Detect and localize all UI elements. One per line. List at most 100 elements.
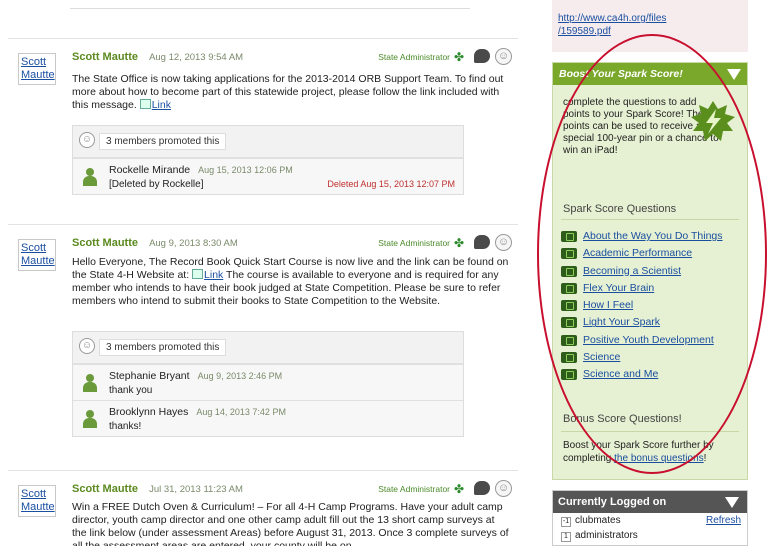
reply-author-name[interactable]: Rockelle Mirande [109, 164, 190, 176]
question-link[interactable]: Positive Youth Development [583, 334, 714, 346]
smile-icon: ☺ [79, 338, 95, 354]
question-icon [561, 369, 577, 381]
count-badge: 1 [561, 532, 571, 542]
list-item: How I Feel [561, 299, 745, 312]
list-item: Becoming a Scientist [561, 265, 745, 278]
post-header: Scott Mautte Aug 9, 2013 8:30 AM State A… [72, 234, 512, 251]
deleted-notice: Deleted Aug 15, 2013 12:07 PM [327, 179, 455, 189]
logged-label[interactable]: clubmates [575, 515, 621, 526]
feed-post: Scott Mautte Scott Mautte Aug 9, 2013 8:… [8, 224, 518, 460]
reply: Rockelle Mirande Aug 15, 2013 12:06 PM [D… [73, 158, 463, 194]
logged-on-title: Currently Logged on [558, 496, 667, 508]
list-item: About the Way You Do Things [561, 230, 745, 243]
collapse-triangle-icon[interactable] [727, 69, 741, 80]
spark-badge-icon [691, 101, 735, 141]
link-icon [139, 99, 151, 109]
post-time: Aug 12, 2013 9:54 AM [149, 52, 244, 63]
post-body: Hello Everyone, The Record Book Quick St… [72, 256, 512, 308]
file-link-line1[interactable]: http://www.ca4h.org/files [558, 13, 666, 24]
clover-icon: ✤ [453, 236, 464, 250]
bonus-questions-link[interactable]: the bonus questions [614, 453, 704, 464]
reply-text: thanks! [109, 421, 142, 432]
promotion-box: ☺ 3 members promoted this Stephanie Brya… [72, 331, 464, 437]
post-header: Scott Mautte Aug 12, 2013 9:54 AM State … [72, 48, 512, 65]
feed-post: Scott Mautte Scott Mautte Aug 12, 2013 9… [8, 38, 518, 216]
question-link[interactable]: Becoming a Scientist [583, 265, 681, 277]
collapse-triangle-icon[interactable] [725, 497, 739, 508]
clover-icon: ✤ [453, 50, 464, 64]
spark-score-panel: Boost Your Spark Score! complete the que… [552, 62, 748, 480]
question-icon [561, 300, 577, 312]
user-avatar-icon [83, 374, 97, 392]
bonus-text-end: ! [703, 453, 707, 464]
bonus-text: Boost your Spark Score further by comple… [563, 439, 743, 465]
divider [561, 219, 739, 220]
question-link[interactable]: Light Your Spark [583, 316, 660, 328]
post-time: Aug 9, 2013 8:30 AM [149, 238, 238, 249]
post-author[interactable]: Scott Mautte [72, 237, 138, 249]
role-label: State Administrator [378, 52, 450, 62]
count-badge: -1 [561, 517, 571, 527]
question-link[interactable]: Flex Your Brain [583, 282, 654, 294]
promote-smile-icon[interactable]: ☺ [495, 48, 512, 65]
post-link[interactable]: Link [204, 269, 223, 281]
divider [70, 8, 470, 9]
promote-smile-icon[interactable]: ☺ [495, 234, 512, 251]
post-text: The State Office is now taking applicati… [72, 73, 504, 111]
question-link[interactable]: Science and Me [583, 368, 658, 380]
post-author[interactable]: Scott Mautte [72, 483, 138, 495]
post-body: Win a FREE Dutch Oven & Curriculum! – Fo… [72, 501, 509, 546]
logged-row: -1 clubmates Refresh [553, 513, 747, 528]
spark-panel-title: Boost Your Spark Score! [559, 68, 683, 80]
reply-author-name[interactable]: Stephanie Bryant [109, 370, 190, 382]
promoted-count[interactable]: 3 members promoted this [99, 339, 227, 356]
question-icon [561, 334, 577, 346]
reply-author: Rockelle Mirande Aug 15, 2013 12:06 PM [109, 164, 293, 176]
promote-smile-icon[interactable]: ☺ [495, 480, 512, 497]
question-link[interactable]: Science [583, 351, 620, 363]
logged-on-header[interactable]: Currently Logged on [553, 491, 747, 513]
logged-row: 1 administrators [553, 528, 747, 543]
promoted-count[interactable]: 3 members promoted this [99, 133, 227, 150]
reply-time: Aug 15, 2013 12:06 PM [198, 165, 293, 175]
post-author[interactable]: Scott Mautte [72, 51, 138, 63]
reply: Stephanie Bryant Aug 9, 2013 2:46 PM than… [73, 364, 463, 400]
comment-icon[interactable] [474, 481, 490, 495]
question-icon [561, 282, 577, 294]
promoted-row: ☺ 3 members promoted this [73, 332, 463, 364]
spark-question-list: About the Way You Do Things Academic Per… [561, 230, 745, 386]
user-avatar-icon [83, 410, 97, 428]
refresh-link[interactable]: Refresh [706, 513, 741, 528]
comment-icon[interactable] [474, 235, 490, 249]
question-link[interactable]: How I Feel [583, 299, 633, 311]
list-item: Light Your Spark [561, 316, 745, 329]
question-link[interactable]: Academic Performance [583, 247, 692, 259]
activity-feed: Scott Mautte Scott Mautte Aug 12, 2013 9… [0, 0, 525, 546]
file-link-line2[interactable]: /159589.pdf [558, 26, 611, 37]
question-link[interactable]: About the Way You Do Things [583, 230, 723, 242]
promotion-box: ☺ 3 members promoted this Rockelle Miran… [72, 125, 464, 195]
avatar-link[interactable]: Scott Mautte [18, 53, 56, 85]
bonus-questions-heading: Bonus Score Questions! [563, 413, 682, 425]
smile-icon: ☺ [79, 132, 95, 148]
file-link-panel: http://www.ca4h.org/files/159589.pdf [552, 0, 748, 52]
comment-icon[interactable] [474, 49, 490, 63]
logged-label[interactable]: administrators [575, 530, 638, 541]
divider [561, 431, 739, 432]
reply-text: thank you [109, 385, 153, 396]
spark-panel-header[interactable]: Boost Your Spark Score! [553, 63, 747, 85]
reply-time: Aug 9, 2013 2:46 PM [197, 371, 283, 381]
role-label: State Administrator [378, 484, 450, 494]
spark-questions-heading: Spark Score Questions [563, 203, 677, 215]
reply-author-name[interactable]: Brooklynn Hayes [109, 406, 188, 418]
avatar-link[interactable]: Scott Mautte [18, 485, 56, 517]
post-link[interactable]: Link [152, 99, 171, 111]
sidebar: http://www.ca4h.org/files/159589.pdf Boo… [552, 0, 748, 546]
user-avatar-icon [83, 168, 97, 186]
reply-author: Brooklynn Hayes Aug 14, 2013 7:42 PM [109, 406, 286, 418]
file-link[interactable]: http://www.ca4h.org/files/159589.pdf [558, 12, 666, 38]
feed-post: Scott Mautte Scott Mautte Jul 31, 2013 1… [8, 470, 518, 546]
avatar-link[interactable]: Scott Mautte [18, 239, 56, 271]
list-item: Positive Youth Development [561, 334, 745, 347]
post-body: The State Office is now taking applicati… [72, 73, 512, 112]
